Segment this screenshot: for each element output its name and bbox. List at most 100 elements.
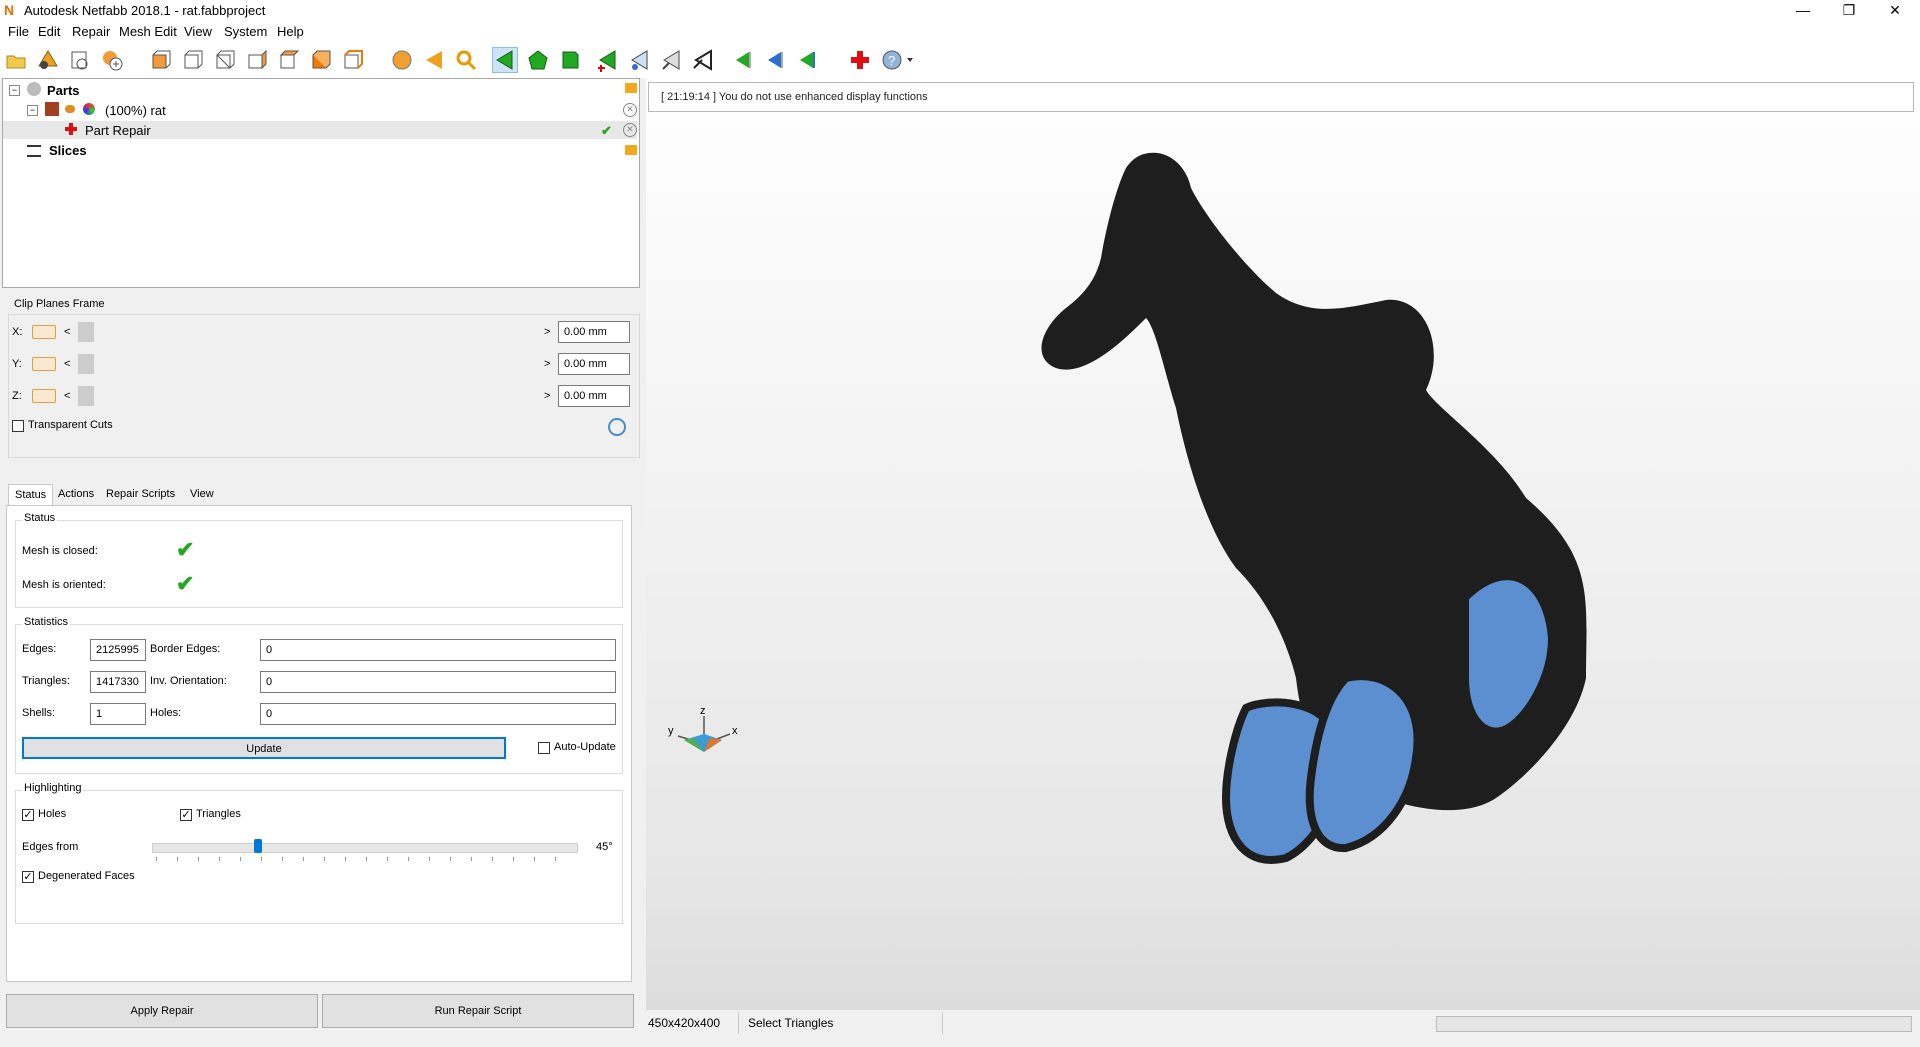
select-surface-icon[interactable] [558, 48, 582, 72]
rat-mesh-model[interactable] [646, 78, 1920, 1010]
repair-cross-icon[interactable] [848, 48, 872, 72]
reset-clip-icon[interactable] [608, 418, 626, 436]
clip-y-left-arrow[interactable]: < [64, 358, 70, 370]
clip-z-input[interactable]: 0.00 mm [558, 385, 630, 407]
clip-planes-panel: Clip Planes Frame X: < > 0.00 mm Y: < > … [2, 296, 640, 462]
menu-help[interactable]: Help [277, 24, 304, 39]
status-group-title: Status [22, 512, 58, 524]
minimize-icon[interactable]: — [1780, 0, 1826, 22]
update-button[interactable]: Update [22, 737, 506, 759]
tree-parts-label[interactable]: Parts [47, 83, 80, 98]
holes-label: Holes: [150, 707, 182, 719]
sphere-icon[interactable] [390, 48, 414, 72]
clip-z-slider-thumb[interactable] [78, 386, 94, 406]
cut-icon[interactable] [692, 48, 716, 72]
view-back-icon[interactable] [180, 48, 204, 72]
clip-x-toggle[interactable] [32, 325, 56, 339]
highlight-holes-checkbox[interactable]: ✓ [22, 809, 34, 821]
menu-view[interactable]: View [184, 24, 212, 39]
tab-status[interactable]: Status [8, 484, 54, 505]
mark-triangle-icon[interactable] [660, 48, 684, 72]
tab-repair-scripts[interactable]: Repair Scripts [100, 484, 181, 504]
axis-gizmo: z x y [668, 705, 738, 752]
transparent-cuts-checkbox[interactable] [12, 420, 24, 432]
highlighting-group: Highlighting ✓ Holes ✓ Triangles Edges f… [15, 782, 623, 924]
move-blue-icon[interactable] [764, 48, 788, 72]
menu-mesh-edit[interactable]: Mesh Edit [119, 24, 177, 39]
help-icon[interactable]: ? [880, 48, 916, 72]
tree-repair-label[interactable]: Part Repair [85, 123, 151, 138]
window-title: Autodesk Netfabb 2018.1 - rat.fabbprojec… [24, 3, 266, 18]
close-repair-icon[interactable]: ✕ [623, 123, 637, 137]
menu-file[interactable]: File [8, 24, 29, 39]
mesh-oriented-label: Mesh is oriented: [22, 579, 106, 591]
select-shell-icon[interactable] [526, 48, 550, 72]
remove-part-icon[interactable]: ✕ [623, 103, 637, 117]
zoom-icon[interactable] [454, 48, 478, 72]
menu-bar: File Edit Repair Mesh Edit View System H… [0, 22, 1920, 42]
parts-folder-icon[interactable] [625, 83, 637, 93]
tree-part-label[interactable]: (100%) rat [105, 103, 166, 118]
edges-from-value: 45° [596, 841, 613, 853]
edges-from-slider-thumb[interactable] [254, 839, 262, 853]
collapse-icon[interactable]: − [9, 85, 20, 96]
slices-folder-icon[interactable] [625, 145, 637, 155]
part-visibility-icon[interactable] [65, 105, 75, 113]
edges-from-ticks [156, 857, 576, 861]
clip-x-right-arrow[interactable]: > [544, 326, 550, 338]
clip-y-toggle[interactable] [32, 357, 56, 371]
highlight-triangles-checkbox[interactable]: ✓ [180, 809, 192, 821]
apply-check-icon[interactable]: ✔ [601, 123, 612, 139]
clip-z-toggle[interactable] [32, 389, 56, 403]
tree-slices-label[interactable]: Slices [49, 143, 87, 158]
add-part-icon[interactable] [100, 48, 124, 72]
auto-update-checkbox[interactable] [538, 742, 550, 754]
move-up-icon[interactable] [796, 48, 820, 72]
tab-view[interactable]: View [184, 484, 220, 504]
run-repair-script-button[interactable]: Run Repair Script [322, 994, 634, 1028]
view-top-icon[interactable] [276, 48, 300, 72]
menu-repair[interactable]: Repair [72, 24, 110, 39]
move-left-icon[interactable] [732, 48, 756, 72]
tab-strip: Status Actions Repair Scripts View [6, 484, 636, 506]
view-left-icon[interactable] [212, 48, 236, 72]
view-front-icon[interactable] [148, 48, 172, 72]
status-divider [738, 1012, 739, 1034]
shapes-icon[interactable] [36, 48, 60, 72]
mesh-closed-label: Mesh is closed: [22, 545, 98, 557]
arrow-left-icon[interactable] [422, 48, 446, 72]
add-triangle-icon[interactable] [596, 48, 620, 72]
clip-z-left-arrow[interactable]: < [64, 390, 70, 402]
close-icon[interactable]: ✕ [1872, 0, 1918, 22]
menu-system[interactable]: System [224, 24, 267, 39]
open-folder-icon[interactable] [4, 48, 28, 72]
collapse-part-icon[interactable]: − [27, 105, 38, 116]
edges-from-slider[interactable] [152, 843, 578, 853]
edges-value: 2125995 [90, 639, 146, 661]
restore-icon[interactable]: ❐ [1826, 0, 1872, 22]
view-bottom-icon[interactable] [308, 48, 332, 72]
highlighting-title: Highlighting [22, 782, 84, 794]
rat-foot-inner-right [1305, 672, 1422, 853]
clip-y-right-arrow[interactable]: > [544, 358, 550, 370]
degenerated-faces-checkbox[interactable]: ✓ [22, 871, 34, 883]
menu-edit[interactable]: Edit [38, 24, 60, 39]
view-right-icon[interactable] [244, 48, 268, 72]
apply-repair-button[interactable]: Apply Repair [6, 994, 318, 1028]
clip-title: Clip Planes Frame [14, 298, 105, 310]
clip-z-right-arrow[interactable]: > [544, 390, 550, 402]
clip-y-slider-thumb[interactable] [78, 354, 94, 374]
clip-y-input[interactable]: 0.00 mm [558, 353, 630, 375]
new-part-icon[interactable] [68, 48, 92, 72]
clip-x-slider-thumb[interactable] [78, 322, 94, 342]
clip-x-input[interactable]: 0.00 mm [558, 321, 630, 343]
repair-cross-small-icon [65, 123, 77, 135]
3d-viewport[interactable]: [ 21:19:14 ] You do not use enhanced dis… [646, 78, 1920, 1010]
part-color-icon[interactable] [83, 103, 95, 115]
select-triangle-icon[interactable] [492, 47, 518, 73]
pin-triangle-icon[interactable] [628, 48, 652, 72]
highlight-triangles-label: Triangles [196, 808, 241, 820]
view-iso-icon[interactable] [340, 48, 364, 72]
tab-actions[interactable]: Actions [52, 484, 100, 504]
clip-x-left-arrow[interactable]: < [64, 326, 70, 338]
